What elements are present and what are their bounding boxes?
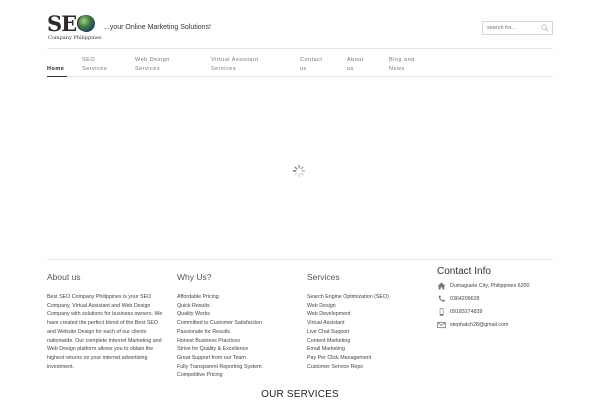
list-item[interactable]: Search Engine Optimization (SEO) xyxy=(307,293,389,302)
why-us-list: Affordable Pricing Quick Results Quality… xyxy=(177,293,262,380)
list-item[interactable]: Pay Per Click Management xyxy=(307,354,389,363)
phone-text[interactable]: 0364209628 xyxy=(450,296,479,302)
list-item[interactable]: Content Marketing xyxy=(307,337,389,346)
nav-item-label: News xyxy=(389,66,405,72)
our-services-heading: OUR SERVICES xyxy=(261,389,339,400)
loading-spinner-icon xyxy=(292,164,306,178)
search-input[interactable] xyxy=(483,22,538,34)
about-us-title: About us xyxy=(47,272,81,282)
nav-item-contact-us[interactable]: Contact us xyxy=(300,56,322,74)
phone-icon xyxy=(438,295,445,302)
mobile-icon xyxy=(439,308,444,316)
list-item[interactable]: Affordable Pricing xyxy=(177,293,262,302)
globe-icon xyxy=(78,15,95,32)
nav-item-virtual-assistant-services[interactable]: Virtual Assistant Services xyxy=(211,56,259,74)
nav-item-label: Services xyxy=(135,66,161,72)
nav-item-label: Services xyxy=(82,66,108,72)
list-item[interactable]: Committed to Customer Satisfaction xyxy=(177,319,262,328)
list-item[interactable]: Quick Results xyxy=(177,302,262,311)
list-item[interactable]: Web Design xyxy=(307,302,389,311)
nav-item-web-design-services[interactable]: Web Design Services xyxy=(135,56,170,74)
nav-active-indicator xyxy=(47,76,67,77)
contact-phone: 0364209628 xyxy=(437,295,479,303)
why-us-title: Why Us? xyxy=(177,272,212,282)
address-text: Dumaguete City, Philippines 6200 xyxy=(450,283,530,289)
search-icon[interactable] xyxy=(541,24,549,32)
nav-item-label: us xyxy=(347,66,354,72)
list-item[interactable]: Passionate for Results xyxy=(177,328,262,337)
about-us-text: Best SEO Company Philippines is your SEO… xyxy=(47,294,163,370)
list-item[interactable]: Web Development xyxy=(307,310,389,319)
list-item[interactable]: Quality Works xyxy=(177,310,262,319)
nav-item-label: About xyxy=(347,57,364,63)
envelope-icon xyxy=(437,321,446,329)
nav-item-label: us xyxy=(300,66,307,72)
nav-item-blog-and-news[interactable]: Blog and News xyxy=(389,56,415,74)
nav-bottom-divider xyxy=(47,76,553,77)
list-item[interactable]: Customer Service Reps xyxy=(307,363,389,372)
list-item[interactable]: Live Chat Support xyxy=(307,328,389,337)
nav-item-label: Contact xyxy=(300,57,323,63)
nav-item-label: Blog and xyxy=(389,57,415,63)
nav-item-label: Services xyxy=(211,66,237,72)
nav-item-about-us[interactable]: About us xyxy=(347,56,364,74)
nav-item-home[interactable]: Home xyxy=(47,65,64,74)
tagline: ...your Online Marketing Solutions! xyxy=(104,24,211,31)
contact-mobile: 09183274839 xyxy=(437,308,482,316)
email-text[interactable]: stephatch28@gmail.com xyxy=(450,322,508,328)
list-item[interactable]: Fully Transparent Reporting System xyxy=(177,363,262,372)
nav-item-label: SEO xyxy=(82,57,96,63)
list-item[interactable]: Competitive Pricing xyxy=(177,371,262,380)
list-item[interactable]: Great Support from our Team xyxy=(177,354,262,363)
list-item[interactable]: Virtual Assistant xyxy=(307,319,389,328)
contact-address: Dumaguete City, Philippines 6200 xyxy=(437,282,529,290)
site-logo[interactable]: SEO Company Philippines xyxy=(47,13,102,43)
list-item[interactable]: Email Marketing xyxy=(307,345,389,354)
nav-top-divider xyxy=(47,48,553,49)
search-box xyxy=(482,21,553,35)
nav-item-label: Web Design xyxy=(135,57,170,63)
logo-subtitle: Company Philippines xyxy=(48,35,102,41)
contact-email: stephatch28@gmail.com xyxy=(437,321,508,329)
nav-item-seo-services[interactable]: SEO Services xyxy=(82,56,107,74)
home-icon xyxy=(437,282,446,290)
services-list: Search Engine Optimization (SEO) Web Des… xyxy=(307,293,389,371)
mobile-text[interactable]: 09183274839 xyxy=(450,309,482,315)
services-title: Services xyxy=(307,272,340,282)
footer-divider xyxy=(47,259,553,260)
nav-item-label: Virtual Assistant xyxy=(211,57,259,63)
list-item[interactable]: Honest Business Practices xyxy=(177,337,262,346)
contact-info-title: Contact Info xyxy=(437,266,491,277)
list-item[interactable]: Strive for Quality & Excellence xyxy=(177,345,262,354)
